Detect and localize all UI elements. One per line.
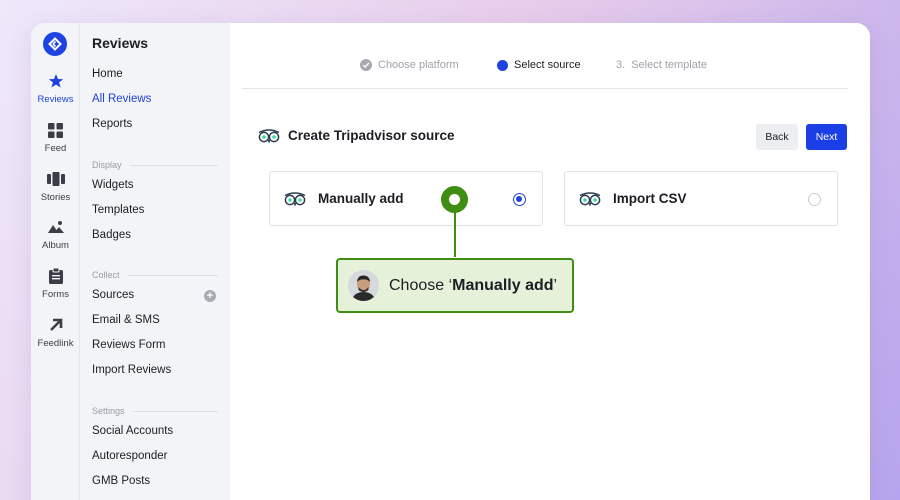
section-display: Display bbox=[92, 160, 218, 170]
clipboard-icon bbox=[31, 266, 80, 286]
guide-pin-icon bbox=[441, 186, 468, 213]
callout-prefix: Choose ‘ bbox=[389, 276, 453, 294]
sidebar-item-reports[interactable]: Reports bbox=[92, 118, 132, 130]
option-label: Manually add bbox=[318, 191, 404, 206]
sidebar-item-badges[interactable]: Badges bbox=[92, 229, 131, 241]
option-card-manually-add[interactable]: Manually add bbox=[269, 171, 543, 226]
step-label: Select source bbox=[514, 59, 581, 71]
section-collect: Collect bbox=[92, 270, 218, 280]
guide-avatar bbox=[348, 270, 379, 301]
image-icon bbox=[31, 217, 80, 237]
divider bbox=[127, 274, 218, 276]
logo-icon bbox=[48, 37, 62, 51]
current-step-dot-icon bbox=[497, 59, 508, 71]
radio-manually-add[interactable] bbox=[513, 193, 526, 206]
step-choose-platform[interactable]: Choose platform bbox=[360, 59, 459, 71]
option-label: Import CSV bbox=[613, 191, 687, 206]
back-button[interactable]: Back bbox=[756, 124, 798, 150]
sidebar-item-autoresponder[interactable]: Autoresponder bbox=[92, 450, 167, 462]
sidebar-item-social-accounts[interactable]: Social Accounts bbox=[92, 425, 173, 437]
star-icon bbox=[31, 71, 80, 91]
sidebar-item-email-sms[interactable]: Email & SMS bbox=[92, 314, 160, 326]
step-select-template[interactable]: 3. Select template bbox=[616, 59, 707, 71]
rail-item-feedlink[interactable]: Feedlink bbox=[31, 315, 80, 349]
person-avatar-icon bbox=[348, 270, 379, 301]
stepper: Choose platform Select source 3. Select … bbox=[242, 23, 848, 89]
step-label: Select template bbox=[631, 59, 708, 71]
divider bbox=[132, 410, 218, 412]
grid-icon bbox=[31, 120, 80, 140]
sidebar-item-import-reviews[interactable]: Import Reviews bbox=[92, 364, 171, 376]
rail-label-stories: Stories bbox=[40, 192, 71, 203]
step-label: Choose platform bbox=[378, 59, 459, 71]
radio-import-csv[interactable] bbox=[808, 193, 821, 206]
tripadvisor-icon bbox=[579, 191, 601, 206]
section-settings: Settings bbox=[92, 406, 218, 416]
sidebar-item-sources[interactable]: Sources bbox=[92, 289, 134, 301]
check-icon bbox=[360, 59, 372, 71]
rail-item-stories[interactable]: Stories bbox=[31, 169, 80, 203]
rail-label-album: Album bbox=[42, 240, 69, 251]
section-display-label: Display bbox=[92, 160, 122, 170]
sidebar-item-gmb-posts[interactable]: GMB Posts bbox=[92, 475, 150, 487]
guide-callout: Choose ‘Manually add’ bbox=[336, 258, 574, 313]
sidebar-item-all-reviews[interactable]: All Reviews bbox=[92, 93, 151, 105]
guide-connector-line bbox=[454, 212, 456, 257]
section-settings-label: Settings bbox=[92, 406, 125, 416]
nav-title: Reviews bbox=[92, 35, 149, 51]
rail-item-reviews[interactable]: Reviews bbox=[31, 71, 80, 105]
sidebar-item-widgets[interactable]: Widgets bbox=[92, 179, 134, 191]
sidebar-nav: Reviews Home All Reviews Reports Display… bbox=[80, 23, 230, 500]
step-select-source[interactable]: Select source bbox=[497, 59, 581, 71]
option-card-import-csv[interactable]: Import CSV bbox=[564, 171, 838, 226]
arrow-up-right-icon bbox=[31, 315, 80, 335]
app-logo[interactable] bbox=[43, 32, 67, 56]
rail-label-forms: Forms bbox=[42, 289, 69, 300]
tripadvisor-icon bbox=[258, 128, 280, 143]
sidebar-item-templates[interactable]: Templates bbox=[92, 204, 144, 216]
rail-item-forms[interactable]: Forms bbox=[31, 266, 80, 300]
tripadvisor-icon bbox=[284, 191, 306, 206]
callout-suffix: ’ bbox=[553, 276, 558, 294]
add-source-icon[interactable]: + bbox=[204, 290, 216, 302]
step-number: 3. bbox=[616, 59, 626, 71]
page-header: Create Tripadvisor source bbox=[258, 128, 455, 143]
stories-icon bbox=[31, 169, 80, 189]
rail-label-feed: Feed bbox=[44, 143, 67, 154]
guide-pin-center bbox=[449, 194, 460, 205]
sidebar-item-reviews-form[interactable]: Reviews Form bbox=[92, 339, 165, 351]
divider bbox=[129, 164, 218, 166]
page-title: Create Tripadvisor source bbox=[288, 128, 455, 143]
rail-item-feed[interactable]: Feed bbox=[31, 120, 80, 154]
guide-callout-text: Choose ‘Manually add’ bbox=[389, 277, 557, 295]
section-collect-label: Collect bbox=[92, 270, 120, 280]
callout-bold: Manually add bbox=[452, 276, 554, 294]
next-button[interactable]: Next bbox=[806, 124, 847, 150]
sidebar-item-home[interactable]: Home bbox=[92, 68, 123, 80]
rail-label-reviews: Reviews bbox=[37, 94, 74, 105]
icon-rail: Reviews Feed Stories Album Forms Feedlin… bbox=[31, 23, 80, 500]
rail-item-album[interactable]: Album bbox=[31, 217, 80, 251]
rail-label-feedlink: Feedlink bbox=[37, 338, 74, 349]
